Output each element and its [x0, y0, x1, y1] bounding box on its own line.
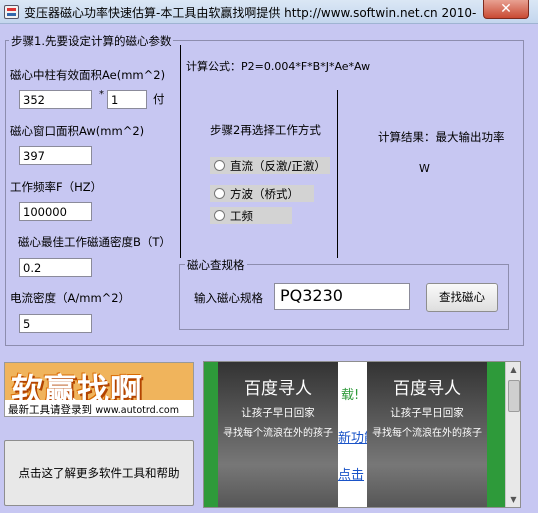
- mode-option-label: 工频: [230, 209, 253, 223]
- ae-input[interactable]: 352: [19, 90, 92, 109]
- ad-card[interactable]: 百度寻人 让孩子早日回家 寻找每个流浪在外的孩子: [218, 362, 338, 507]
- ad-card-title: 百度寻人: [393, 379, 461, 399]
- result-unit: W: [419, 162, 430, 175]
- core-count-input[interactable]: 1: [107, 90, 147, 109]
- mode-option-mains[interactable]: 工频: [210, 207, 292, 224]
- mode-option-label: 方波（桥式）: [230, 187, 299, 201]
- scroll-thumb[interactable]: [508, 380, 520, 412]
- multiply-symbol: *: [99, 89, 104, 100]
- lookup-heading: 磁心查规格: [185, 257, 247, 273]
- core-spec-input[interactable]: PQ3230: [274, 283, 410, 310]
- close-button[interactable]: ✕: [483, 0, 529, 19]
- ad-card-line2: 寻找每个流浪在外的孩子: [372, 428, 482, 439]
- title-bar: 变压器磁心功率快速估算-本工具由软赢找啊提供 http://www.softwi…: [0, 0, 538, 24]
- ad-card-line1: 让孩子早日回家: [241, 407, 315, 419]
- step1-heading: 步骤1.先要设定计算的磁心参数: [9, 33, 174, 49]
- ad-card[interactable]: 百度寻人 让孩子早日回家 寻找每个流浪在外的孩子: [367, 362, 487, 507]
- promo-logo[interactable]: 软赢找啊 最新工具请登录到 www.autotrd.com: [4, 362, 194, 417]
- divider-left: [180, 45, 181, 258]
- promo-url[interactable]: www.autotrd.com: [95, 405, 179, 416]
- aw-label: 磁心窗口面积Aw(mm^2): [10, 124, 145, 138]
- mode-option-label: 直流（反激/正激）: [230, 159, 326, 173]
- ad-scrollbar[interactable]: ▲ ▼: [505, 362, 520, 507]
- frequency-input[interactable]: 100000: [19, 202, 92, 221]
- app-icon: [4, 5, 19, 19]
- frequency-label: 工作频率F（HZ）: [10, 180, 103, 194]
- ad-fragment-1: 载!: [341, 388, 360, 403]
- lookup-input-label: 输入磁心规格: [194, 291, 263, 305]
- current-density-input[interactable]: 5: [19, 314, 92, 333]
- logo-banner: 最新工具请登录到 www.autotrd.com: [5, 400, 193, 416]
- result-heading: 计算结果：最大输出功率: [378, 130, 505, 144]
- promo-tagline: 最新工具请登录到: [8, 404, 92, 416]
- radio-icon[interactable]: [214, 210, 225, 221]
- current-density-label: 电流密度（A/mm^2）: [10, 291, 131, 305]
- scroll-up-icon[interactable]: ▲: [506, 362, 521, 377]
- radio-icon[interactable]: [214, 188, 225, 199]
- ad-card-line1: 让孩子早日回家: [390, 407, 464, 419]
- ad-card-title: 百度寻人: [244, 379, 312, 399]
- ae-label: 磁心中柱有效面积Ae(mm^2): [10, 68, 166, 82]
- aw-input[interactable]: 397: [19, 146, 92, 165]
- ad-green-strip: [204, 362, 218, 507]
- window-title: 变压器磁心功率快速估算-本工具由软赢找啊提供 http://www.softwi…: [24, 6, 477, 20]
- ad-green-strip: [487, 362, 507, 507]
- divider-right: [337, 90, 338, 258]
- flux-density-label: 磁心最佳工作磁通密度B（T）: [18, 235, 171, 249]
- ad-fragment-3[interactable]: 点击: [338, 464, 364, 483]
- mode-option-dc[interactable]: 直流（反激/正激）: [210, 157, 330, 174]
- ad-panel[interactable]: 百度寻人 让孩子早日回家 寻找每个流浪在外的孩子 载! 新功能 点击 百度寻人 …: [203, 361, 521, 508]
- help-button-label: 点击这了解更多软件工具和帮助: [18, 466, 180, 480]
- mode-option-square[interactable]: 方波（桥式）: [210, 185, 314, 202]
- core-count-unit: 付: [153, 92, 165, 106]
- ad-card-line2: 寻找每个流浪在外的孩子: [223, 428, 333, 439]
- help-button[interactable]: 点击这了解更多软件工具和帮助: [4, 440, 194, 506]
- step2-heading: 步骤2再选择工作方式: [210, 123, 321, 137]
- scroll-down-icon[interactable]: ▼: [506, 492, 521, 507]
- flux-density-input[interactable]: 0.2: [19, 258, 92, 277]
- radio-icon[interactable]: [214, 160, 225, 171]
- formula-text: 计算公式：P2=0.004*F*B*J*Ae*Aw: [186, 60, 371, 73]
- find-core-button[interactable]: 查找磁心: [426, 283, 498, 312]
